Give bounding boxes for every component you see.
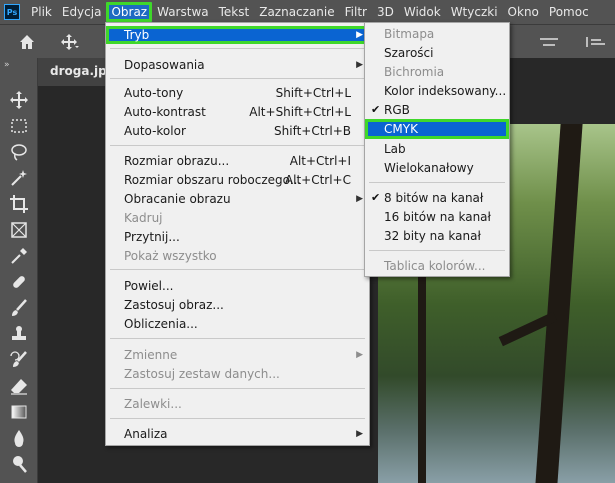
menu-tekst[interactable]: Tekst [214, 2, 255, 22]
menu-item-obracanie-obrazu[interactable]: Obracanie obrazu ▶ [106, 190, 369, 208]
tools-panel: » [0, 58, 38, 483]
submenu-arrow-icon: ▶ [356, 30, 363, 40]
mode-cmyk[interactable]: CMYK [365, 119, 509, 139]
photoshop-logo: Ps [4, 4, 20, 20]
marquee-tool-icon[interactable] [9, 116, 29, 136]
home-icon[interactable] [18, 33, 36, 51]
crop-tool-icon[interactable] [9, 194, 29, 214]
menu-item-auto-kolor[interactable]: Auto-kolor Shift+Ctrl+B [106, 122, 369, 140]
dodge-tool-icon[interactable] [9, 454, 29, 474]
menu-warstwa[interactable]: Warstwa [152, 2, 214, 22]
move-tool-icon[interactable] [60, 33, 80, 51]
menu-separator [110, 338, 365, 339]
menu-separator [110, 48, 365, 49]
checkmark-icon: ✔ [371, 103, 381, 116]
align-center-icon[interactable] [538, 35, 560, 49]
eraser-icon[interactable] [9, 376, 29, 396]
healing-brush-icon[interactable] [9, 272, 29, 292]
menu-item-powiel[interactable]: Powiel... [106, 277, 369, 295]
menu-separator [110, 78, 365, 79]
menu-item-zastosuj-obraz[interactable]: Zastosuj obraz... [106, 296, 369, 314]
menu-item-kadruj[interactable]: Kadruj [106, 209, 369, 227]
tryb-submenu: Bitmapa Szarości Bichromia Kolor indekso… [364, 22, 510, 277]
menu-separator [110, 145, 365, 146]
submenu-arrow-icon: ▶ [356, 194, 363, 204]
menu-separator [369, 182, 505, 183]
menu-item-auto-kontrast[interactable]: Auto-kontrast Alt+Shift+Ctrl+L [106, 103, 369, 121]
mode-bitmapa[interactable]: Bitmapa [365, 25, 509, 43]
menu-edycja[interactable]: Edycja [57, 2, 107, 22]
menu-zaznaczanie[interactable]: Zaznaczanie [254, 2, 339, 22]
mode-32-bit[interactable]: 32 bity na kanał [365, 227, 509, 245]
frame-tool-icon[interactable] [9, 220, 29, 240]
checkmark-icon: ✔ [371, 191, 381, 204]
mode-kolor-indeksowany[interactable]: Kolor indeksowany... [365, 82, 509, 100]
collapse-panel-icon[interactable]: » [4, 60, 10, 70]
brush-tool-icon[interactable] [9, 298, 29, 318]
clone-stamp-icon[interactable] [9, 324, 29, 344]
lasso-tool-icon[interactable] [9, 142, 29, 162]
submenu-arrow-icon: ▶ [356, 350, 363, 360]
menu-pomoc[interactable]: Pomoc [544, 2, 594, 22]
obraz-menu: Tryb ▶ Dopasowania ▶ Auto-tony Shift+Ctr… [105, 22, 370, 446]
menu-item-zalewki[interactable]: Zalewki... [106, 395, 369, 413]
menu-3d[interactable]: 3D [372, 2, 399, 22]
move-tool-icon[interactable] [9, 90, 29, 110]
mode-lab[interactable]: Lab [365, 140, 509, 158]
submenu-arrow-icon: ▶ [356, 429, 363, 439]
blur-tool-icon[interactable] [9, 428, 29, 448]
submenu-arrow-icon: ▶ [356, 60, 363, 70]
gradient-tool-icon[interactable] [9, 402, 29, 422]
menu-obraz[interactable]: Obraz [106, 2, 153, 22]
menu-separator [369, 250, 505, 251]
magic-wand-icon[interactable] [9, 168, 29, 188]
menu-plik[interactable]: Plik [26, 2, 57, 22]
menu-item-przytnij[interactable]: Przytnij... [106, 228, 369, 246]
mode-wielokanalowy[interactable]: Wielokanałowy [365, 159, 509, 177]
menu-item-zastosuj-zestaw[interactable]: Zastosuj zestaw danych... [106, 365, 369, 383]
menu-item-pokaz-wszystko[interactable]: Pokaż wszystko [106, 247, 369, 265]
history-brush-icon[interactable] [9, 350, 29, 370]
menu-item-zmienne[interactable]: Zmienne ▶ [106, 346, 369, 364]
menu-wtyczki[interactable]: Wtyczki [446, 2, 503, 22]
align-bottom-icon[interactable] [584, 35, 606, 49]
menu-item-tryb[interactable]: Tryb ▶ [106, 26, 369, 44]
menu-item-obliczenia[interactable]: Obliczenia... [106, 315, 369, 333]
menu-item-analiza[interactable]: Analiza ▶ [106, 425, 369, 443]
eyedropper-icon[interactable] [9, 246, 29, 266]
menu-separator [110, 418, 365, 419]
menu-separator [110, 269, 365, 270]
menu-item-rozmiar-obrazu[interactable]: Rozmiar obrazu... Alt+Ctrl+I [106, 152, 369, 170]
menu-item-auto-tony[interactable]: Auto-tony Shift+Ctrl+L [106, 84, 369, 102]
mode-tablica-kolorow[interactable]: Tablica kolorów... [365, 257, 509, 275]
menu-bar: Ps Plik Edycja Obraz Warstwa Tekst Zazna… [0, 0, 615, 24]
menu-okno[interactable]: Okno [503, 2, 544, 22]
menu-item-dopasowania[interactable]: Dopasowania ▶ [106, 56, 369, 74]
menu-item-rozmiar-obszaru[interactable]: Rozmiar obszaru roboczego... Alt+Ctrl+C [106, 171, 369, 189]
menu-separator [110, 388, 365, 389]
mode-rgb[interactable]: ✔ RGB [365, 101, 509, 119]
menu-widok[interactable]: Widok [399, 2, 446, 22]
mode-szarosci[interactable]: Szarości [365, 44, 509, 62]
mode-16-bit[interactable]: 16 bitów na kanał [365, 208, 509, 226]
mode-8-bit[interactable]: ✔ 8 bitów na kanał [365, 189, 509, 207]
mode-bichromia[interactable]: Bichromia [365, 63, 509, 81]
menu-filtr[interactable]: Filtr [340, 2, 372, 22]
